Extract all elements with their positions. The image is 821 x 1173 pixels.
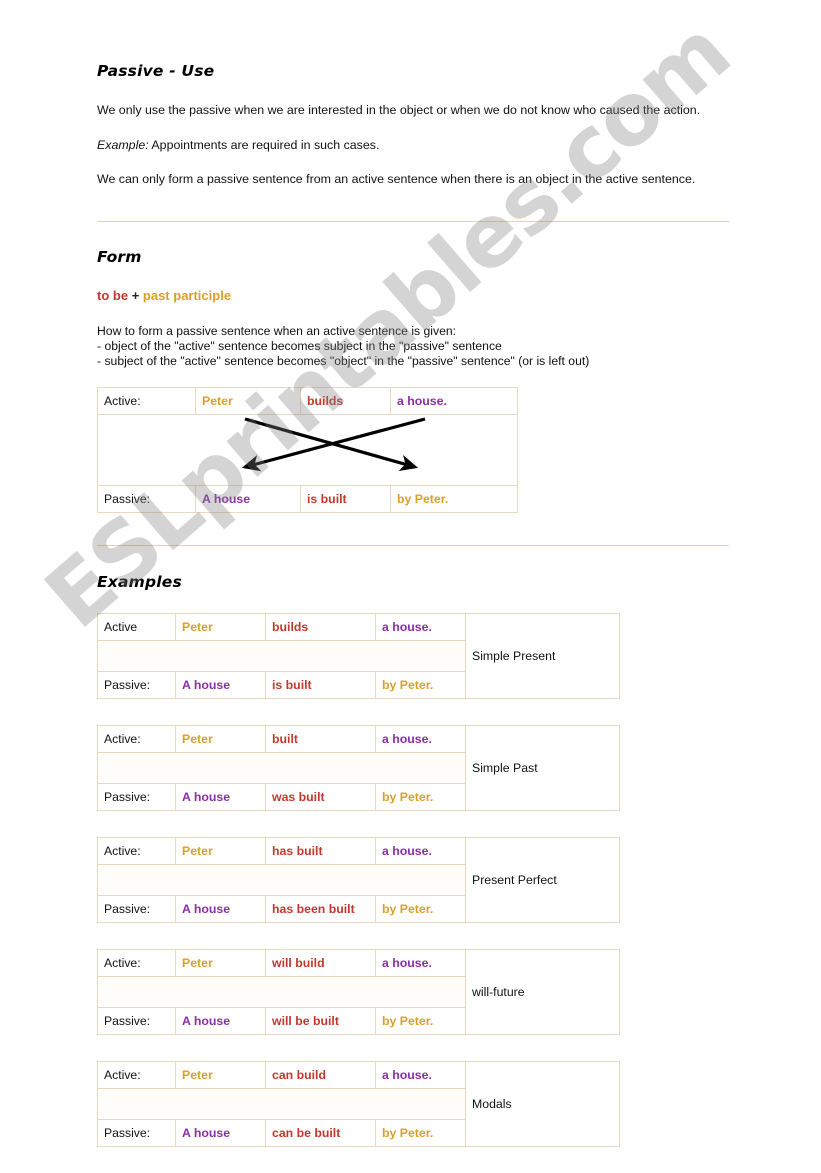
form-rule-2: - subject of the "active" sentence becom… — [97, 353, 590, 368]
example-active-object: a house. — [375, 948, 466, 977]
table-row-active: Active: Peter builds a house. — [97, 386, 518, 415]
formula-to-be: to be — [97, 287, 129, 303]
example-active-subject: Peter — [175, 612, 266, 641]
example-passive-subject: A house — [175, 782, 266, 811]
form-rules-intro: How to form a passive sentence when an a… — [97, 323, 457, 338]
example-active-verb: has built — [265, 836, 376, 865]
use-example-line: Example: Appointments are required in su… — [97, 138, 729, 154]
example-passive-label: Passive: — [97, 782, 176, 811]
example-tense-label: will-future — [465, 948, 620, 1035]
example-table-5: Active: Peter can build a house. Modals Passi… — [97, 1060, 729, 1147]
example-passive-agent: by Peter. — [375, 894, 466, 923]
form-rule-1: - object of the "active" sentence become… — [97, 338, 502, 353]
example-active-subject: Peter — [175, 948, 266, 977]
example-active-label: Active — [97, 612, 176, 641]
example-active-label: Active: — [97, 1060, 176, 1089]
example-active-object: a house. — [375, 724, 466, 753]
example-active-verb: built — [265, 724, 376, 753]
example-passive-verb: has been built — [265, 894, 376, 923]
example-active-verb: builds — [265, 612, 376, 641]
example-spacer-cell — [97, 975, 466, 1008]
example-passive-agent: by Peter. — [375, 782, 466, 811]
section-title-form: Form — [97, 247, 142, 266]
form-active-subject: Peter — [195, 386, 301, 415]
example-table-2: Active: Peter built a house. Simple Past Pass… — [97, 724, 729, 811]
example-table: Active: Peter built a house. Simple Past Pass… — [97, 724, 620, 811]
worksheet-content: Passive - Use We only use the passive wh… — [97, 0, 729, 1173]
formula-plus: + — [131, 287, 140, 303]
example-active-object: a house. — [375, 836, 466, 865]
example-table: Active: Peter has built a house. Present Per… — [97, 836, 620, 923]
examples-table-list: Active Peter builds a house. Simple Present P… — [97, 612, 729, 1147]
form-passive-label: Passive: — [97, 484, 196, 513]
table-row-passive: Passive: A house is built by Peter. — [97, 484, 518, 513]
formula-past-participle: past participle — [142, 287, 232, 303]
example-active-subject: Peter — [175, 836, 266, 865]
example-table-1: Active Peter builds a house. Simple Present P… — [97, 612, 729, 699]
form-diagram-table-wrapper: Active: Peter builds a house. Passive: A… — [97, 386, 518, 513]
table-row-active: Active: Peter has built a house. Present Per… — [97, 836, 620, 923]
use-example-text: Appointments are required in such cases. — [151, 137, 380, 152]
example-active-label: Active: — [97, 948, 176, 977]
form-passive-agent: by Peter. — [390, 484, 518, 513]
example-active-verb: can build — [265, 1060, 376, 1089]
example-passive-subject: A house — [175, 670, 266, 699]
form-diagram-table: Active: Peter builds a house. Passive: A… — [97, 386, 518, 513]
example-spacer-cell — [97, 751, 466, 784]
table-row-arrows — [97, 413, 518, 486]
example-table: Active: Peter will build a house. will-futur… — [97, 948, 620, 1035]
section-title-examples: Examples — [97, 572, 182, 591]
example-table: Active: Peter can build a house. Modals Passi… — [97, 1060, 620, 1147]
section-title-use: Passive - Use — [97, 62, 215, 80]
example-spacer-cell — [97, 863, 466, 896]
use-paragraph-2: We can only form a passive sentence from… — [97, 172, 696, 186]
example-spacer-cell — [97, 1087, 466, 1120]
example-passive-verb: is built — [265, 670, 376, 699]
example-spacer-cell — [97, 639, 466, 672]
example-passive-label: Passive: — [97, 894, 176, 923]
example-tense-label: Simple Past — [465, 724, 620, 811]
form-active-label: Active: — [97, 386, 196, 415]
example-table: Active Peter builds a house. Simple Present P… — [97, 612, 620, 699]
example-passive-label: Passive: — [97, 670, 176, 699]
table-row-active: Active: Peter will build a house. will-futur… — [97, 948, 620, 1035]
passive-formula: to be + past participle — [97, 288, 729, 303]
example-table-3: Active: Peter has built a house. Present Per… — [97, 836, 729, 923]
example-passive-label: Passive: — [97, 1118, 176, 1147]
example-passive-agent: by Peter. — [375, 1118, 466, 1147]
form-passive-subject: A house — [195, 484, 301, 513]
example-passive-subject: A house — [175, 1006, 266, 1035]
example-passive-verb: will be built — [265, 1006, 376, 1035]
example-active-label: Active: — [97, 836, 176, 865]
form-arrow-cell — [97, 413, 518, 486]
use-example-label: Example: — [97, 137, 149, 152]
example-passive-label: Passive: — [97, 1006, 176, 1035]
example-tense-label: Simple Present — [465, 612, 620, 699]
example-tense-label: Modals — [465, 1060, 620, 1147]
example-active-subject: Peter — [175, 1060, 266, 1089]
example-active-subject: Peter — [175, 724, 266, 753]
example-active-object: a house. — [375, 612, 466, 641]
example-passive-agent: by Peter. — [375, 670, 466, 699]
example-active-label: Active: — [97, 724, 176, 753]
example-passive-subject: A house — [175, 1118, 266, 1147]
table-row-active: Active: Peter can build a house. Modals — [97, 1060, 620, 1147]
form-active-object: a house. — [390, 386, 518, 415]
worksheet-page: ESLprintables.com Passive - Use We only … — [0, 0, 821, 1169]
example-passive-verb: was built — [265, 782, 376, 811]
example-active-verb: will build — [265, 948, 376, 977]
example-table-4: Active: Peter will build a house. will-futur… — [97, 948, 729, 1035]
example-active-object: a house. — [375, 1060, 466, 1089]
use-paragraph-1: We only use the passive when we are inte… — [97, 103, 701, 117]
example-tense-label: Present Perfect — [465, 836, 620, 923]
form-active-verb: builds — [300, 386, 391, 415]
table-row-active: Active Peter builds a house. Simple Present — [97, 612, 620, 699]
table-row-active: Active: Peter built a house. Simple Past — [97, 724, 620, 811]
example-passive-agent: by Peter. — [375, 1006, 466, 1035]
example-passive-verb: can be built — [265, 1118, 376, 1147]
example-passive-subject: A house — [175, 894, 266, 923]
form-passive-verb: is built — [300, 484, 391, 513]
